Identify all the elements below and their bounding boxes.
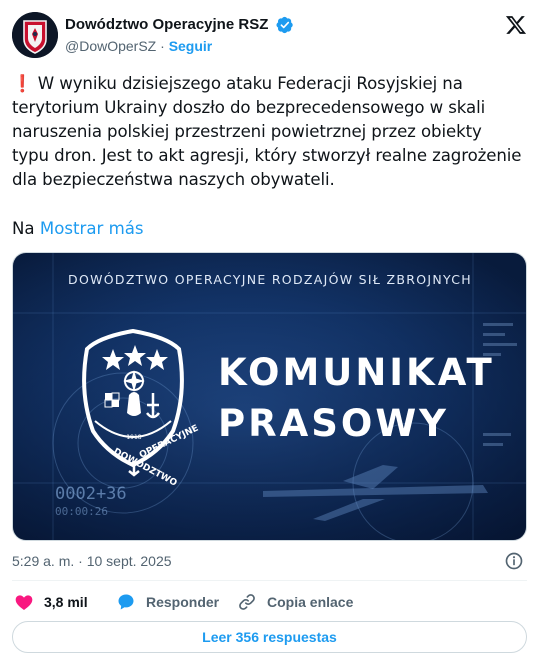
x-logo-icon[interactable] bbox=[505, 14, 527, 36]
follow-button[interactable]: Seguir bbox=[169, 38, 213, 54]
reply-button[interactable]: Responder bbox=[116, 590, 219, 614]
alert-glyph: ❗ bbox=[12, 74, 33, 93]
handle[interactable]: @DowOperSZ bbox=[65, 38, 156, 54]
tweet-body: W wyniku dzisiejszego ataku Federacji Ro… bbox=[12, 74, 522, 189]
read-replies-button[interactable]: Leer 356 respuestas bbox=[12, 621, 527, 653]
account-names: Dowództwo Operacyjne RSZ @DowOperSZ · Se… bbox=[65, 15, 294, 56]
heart-icon bbox=[15, 595, 33, 610]
press-release-graphic: DOWÓDZTWO OPERACYJNE RODZAJÓW SIŁ ZBROJN… bbox=[13, 253, 526, 540]
headline-line1: KOMUNIKAT bbox=[218, 351, 495, 394]
handle-row: @DowOperSZ · Seguir bbox=[65, 36, 294, 56]
separator: · bbox=[160, 38, 165, 54]
verified-badge-icon bbox=[276, 16, 293, 34]
tweet-media-image[interactable]: DOWÓDZTWO OPERACYJNE RODZAJÓW SIŁ ZBROJN… bbox=[12, 252, 527, 541]
copy-link-label: Copia enlace bbox=[267, 594, 354, 610]
truncated-text: Na bbox=[12, 219, 35, 238]
avatar-emblem-icon bbox=[12, 12, 58, 58]
copy-link-button[interactable]: Copia enlace bbox=[237, 590, 353, 614]
action-bar: 3,8 mil Responder Copia enlace bbox=[12, 590, 527, 614]
tweet-header: Dowództwo Operacyjne RSZ @DowOperSZ · Se… bbox=[12, 12, 527, 62]
show-more-row: Na Mostrar más bbox=[12, 217, 144, 241]
avatar[interactable] bbox=[12, 12, 58, 58]
info-icon[interactable] bbox=[504, 551, 524, 571]
like-button[interactable]: 3,8 mil bbox=[14, 590, 88, 614]
show-more-link[interactable]: Mostrar más bbox=[40, 219, 144, 238]
emblem-year: 1918 bbox=[126, 434, 141, 441]
divider bbox=[12, 580, 527, 581]
reply-bubble-icon bbox=[118, 594, 134, 610]
like-count: 3,8 mil bbox=[44, 594, 88, 610]
banner-title: DOWÓDZTWO OPERACYJNE RODZAJÓW SIŁ ZBROJN… bbox=[68, 272, 472, 287]
link-icon bbox=[239, 594, 255, 610]
tweet-timestamp[interactable]: 5:29 a. m. · 10 sept. 2025 bbox=[12, 552, 172, 570]
hud-number-1: 0002+36 bbox=[55, 484, 127, 504]
headline-line2: PRASOWY bbox=[218, 402, 449, 445]
hud-number-2: 00:00:26 bbox=[55, 505, 108, 518]
tweet-text: ❗ W wyniku dzisiejszego ataku Federacji … bbox=[12, 72, 522, 192]
reply-label: Responder bbox=[146, 594, 220, 610]
display-name[interactable]: Dowództwo Operacyjne RSZ bbox=[65, 15, 268, 35]
